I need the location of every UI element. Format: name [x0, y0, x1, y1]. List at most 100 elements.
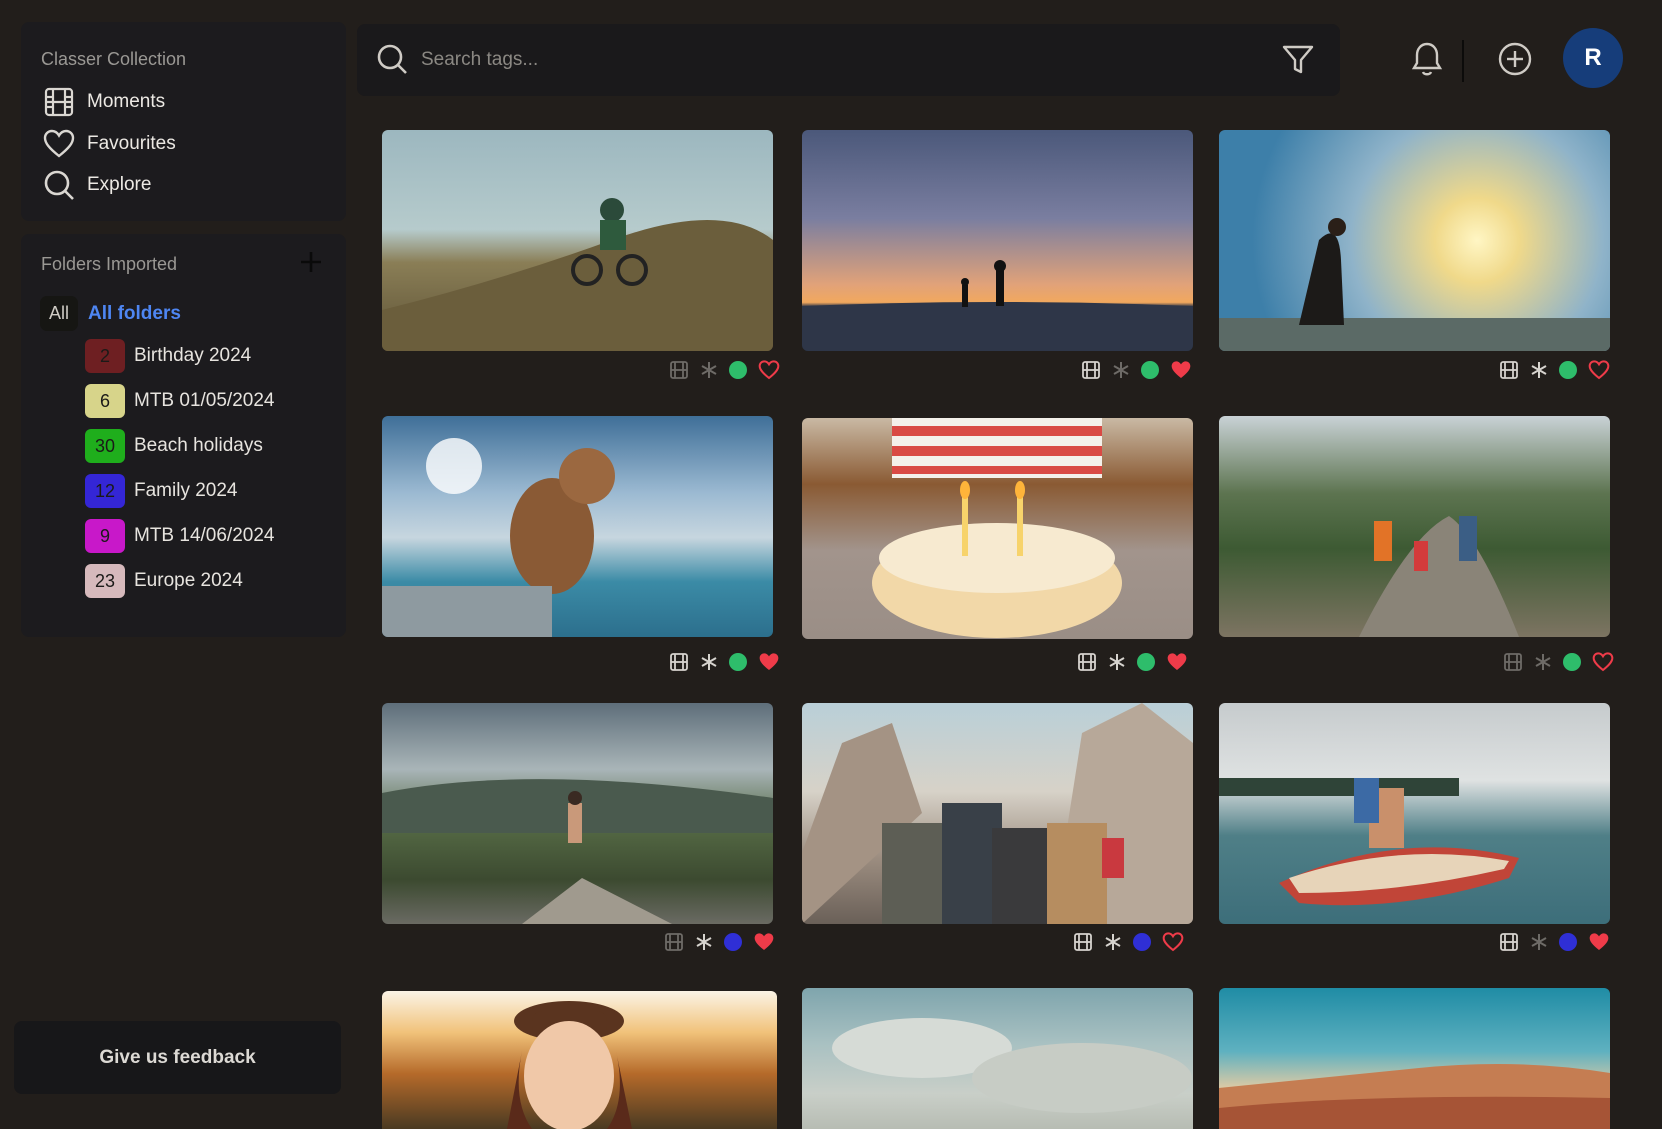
film-icon[interactable]	[1077, 652, 1097, 672]
photo-thumbnail[interactable]	[1219, 416, 1610, 637]
feedback-button[interactable]: Give us feedback	[14, 1021, 341, 1094]
heart-filled-icon[interactable]	[752, 931, 776, 953]
folder-name: MTB 01/05/2024	[134, 390, 275, 411]
folder-count-badge: 2	[85, 339, 125, 373]
film-icon[interactable]	[1073, 932, 1093, 952]
heart-icon	[41, 126, 77, 162]
photo-meta-row	[669, 650, 781, 674]
status-dot-green[interactable]	[729, 653, 747, 671]
avatar[interactable]: R	[1563, 28, 1623, 88]
plus-circle-icon	[1498, 42, 1532, 76]
heart-filled-icon[interactable]	[1165, 651, 1189, 673]
asterisk-icon[interactable]	[699, 652, 719, 672]
film-icon[interactable]	[1499, 360, 1519, 380]
folder-name: Europe 2024	[134, 570, 243, 591]
status-dot-green[interactable]	[1137, 653, 1155, 671]
heart-outline-icon[interactable]	[757, 359, 781, 381]
folder-item-mtb-01-05-2024[interactable]: 6 MTB 01/05/2024	[85, 384, 274, 418]
photo-thumbnail[interactable]	[382, 416, 773, 637]
nav-item-moments[interactable]: Moments	[41, 84, 165, 120]
notifications-button[interactable]	[1409, 40, 1445, 78]
photo-thumbnail[interactable]	[1219, 703, 1610, 924]
photo-meta-row	[1073, 930, 1185, 954]
folder-count-badge: 9	[85, 519, 125, 553]
search-icon	[375, 42, 411, 78]
film-icon[interactable]	[669, 652, 689, 672]
folder-name: Beach holidays	[134, 435, 263, 456]
heart-filled-icon[interactable]	[757, 651, 781, 673]
film-icon	[41, 84, 77, 120]
collection-panel: Classer Collection Moments Favourites Ex…	[21, 22, 346, 221]
nav-label: Moments	[87, 91, 166, 112]
photo-thumbnail[interactable]	[382, 703, 773, 924]
photo-thumbnail[interactable]	[382, 991, 777, 1129]
all-folders-link[interactable]: All folders	[88, 303, 181, 325]
photo-meta-row	[1081, 358, 1193, 382]
heart-filled-icon[interactable]	[1169, 359, 1193, 381]
status-dot-blue[interactable]	[1133, 933, 1151, 951]
search-input[interactable]	[421, 38, 1221, 82]
heart-outline-icon[interactable]	[1161, 931, 1185, 953]
plus-icon	[301, 252, 321, 272]
asterisk-icon[interactable]	[1103, 932, 1123, 952]
film-icon[interactable]	[1081, 360, 1101, 380]
folder-item-family-2024[interactable]: 12 Family 2024	[85, 474, 238, 508]
photo-thumbnail[interactable]	[382, 130, 773, 351]
asterisk-icon[interactable]	[1529, 360, 1549, 380]
folder-item-birthday-2024[interactable]: 2 Birthday 2024	[85, 339, 251, 373]
photo-meta-row	[1077, 650, 1189, 674]
asterisk-icon[interactable]	[1533, 652, 1553, 672]
heart-filled-icon[interactable]	[1587, 931, 1611, 953]
film-icon[interactable]	[1499, 932, 1519, 952]
folder-item-mtb-14-06-2024[interactable]: 9 MTB 14/06/2024	[85, 519, 274, 553]
status-dot-blue[interactable]	[1559, 933, 1577, 951]
photo-meta-row	[1503, 650, 1615, 674]
asterisk-icon[interactable]	[694, 932, 714, 952]
photo-meta-row	[1499, 930, 1611, 954]
photo-meta-row	[669, 358, 781, 382]
status-dot-green[interactable]	[1559, 361, 1577, 379]
status-dot-green[interactable]	[729, 361, 747, 379]
all-folders-row: All All folders	[40, 296, 181, 331]
status-dot-blue[interactable]	[724, 933, 742, 951]
film-icon[interactable]	[664, 932, 684, 952]
bell-icon	[1411, 42, 1443, 76]
photo-meta-row	[664, 930, 776, 954]
folder-count-badge: 12	[85, 474, 125, 508]
asterisk-icon[interactable]	[1529, 932, 1549, 952]
folder-count-badge: 6	[85, 384, 125, 418]
folder-item-beach-holidays[interactable]: 30 Beach holidays	[85, 429, 263, 463]
folder-item-europe-2024[interactable]: 23 Europe 2024	[85, 564, 243, 598]
photo-thumbnail[interactable]	[1219, 130, 1610, 351]
folder-count-badge: 30	[85, 429, 125, 463]
film-icon[interactable]	[669, 360, 689, 380]
nav-label: Explore	[87, 174, 152, 195]
toolbar-divider	[1462, 40, 1464, 82]
heart-outline-icon[interactable]	[1587, 359, 1611, 381]
folders-panel: Folders Imported All All folders 2 Birth…	[21, 234, 346, 637]
status-dot-green[interactable]	[1141, 361, 1159, 379]
asterisk-icon[interactable]	[699, 360, 719, 380]
asterisk-icon[interactable]	[1107, 652, 1127, 672]
folders-title: Folders Imported	[41, 254, 178, 274]
photo-thumbnail[interactable]	[802, 703, 1193, 924]
asterisk-icon[interactable]	[1111, 360, 1131, 380]
folder-name: MTB 14/06/2024	[134, 525, 275, 546]
folder-name: Birthday 2024	[134, 345, 252, 366]
folder-count-badge: 23	[85, 564, 125, 598]
nav-label: Favourites	[87, 133, 176, 154]
nav-item-explore[interactable]: Explore	[41, 167, 151, 203]
photo-thumbnail[interactable]	[802, 988, 1193, 1129]
search-bar	[357, 24, 1340, 96]
filter-icon[interactable]	[1281, 42, 1317, 78]
add-folder-button[interactable]	[296, 247, 326, 277]
photo-thumbnail[interactable]	[802, 130, 1193, 351]
film-icon[interactable]	[1503, 652, 1523, 672]
heart-outline-icon[interactable]	[1591, 651, 1615, 673]
nav-item-favourites[interactable]: Favourites	[41, 126, 176, 162]
status-dot-green[interactable]	[1563, 653, 1581, 671]
all-chip[interactable]: All	[40, 296, 79, 331]
add-button[interactable]	[1496, 40, 1534, 78]
photo-thumbnail[interactable]	[1219, 988, 1610, 1129]
photo-thumbnail[interactable]	[802, 418, 1193, 639]
